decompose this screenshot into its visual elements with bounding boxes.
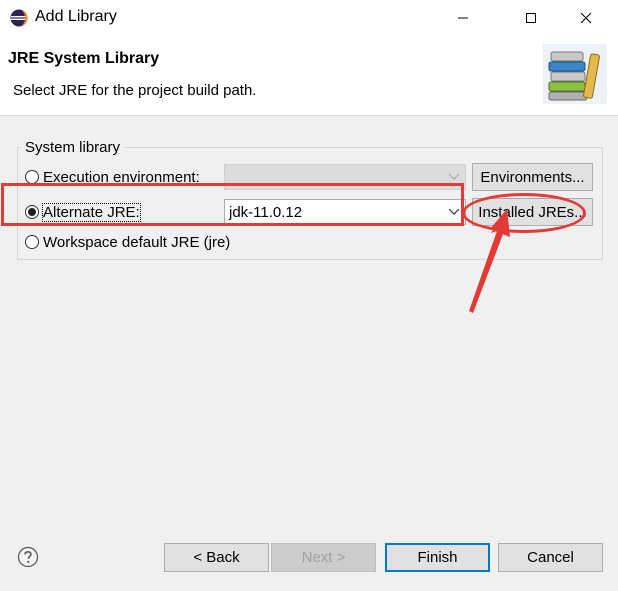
- workspace-default-radio[interactable]: Workspace default JRE (jre): [25, 231, 230, 253]
- library-books-icon: [543, 44, 607, 104]
- system-library-label: System library: [21, 139, 125, 156]
- close-button[interactable]: [563, 0, 609, 36]
- annotation-highlight-box: [1, 183, 464, 226]
- finish-button[interactable]: Finish: [385, 543, 490, 572]
- radio-button[interactable]: [25, 170, 39, 184]
- cancel-button[interactable]: Cancel: [498, 543, 603, 572]
- minimize-button[interactable]: [440, 0, 486, 36]
- header-description: Select JRE for the project build path.: [13, 82, 257, 99]
- help-icon[interactable]: [17, 546, 39, 568]
- annotation-arrow: [469, 209, 510, 313]
- header-title: JRE System Library: [8, 50, 160, 67]
- maximize-button[interactable]: [508, 0, 554, 36]
- chevron-down-icon: [449, 174, 459, 180]
- eclipse-icon: [10, 9, 28, 27]
- back-button[interactable]: < Back: [164, 543, 269, 572]
- workspace-default-label: Workspace default JRE (jre): [43, 233, 231, 251]
- window-title: Add Library: [35, 8, 117, 25]
- radio-button[interactable]: [25, 235, 39, 249]
- environments-button[interactable]: Environments...: [472, 163, 593, 191]
- dialog-header: [0, 36, 618, 116]
- next-button[interactable]: Next >: [271, 543, 376, 572]
- maximize-icon: [525, 12, 537, 24]
- minimize-icon: [457, 12, 469, 24]
- close-icon: [580, 12, 592, 24]
